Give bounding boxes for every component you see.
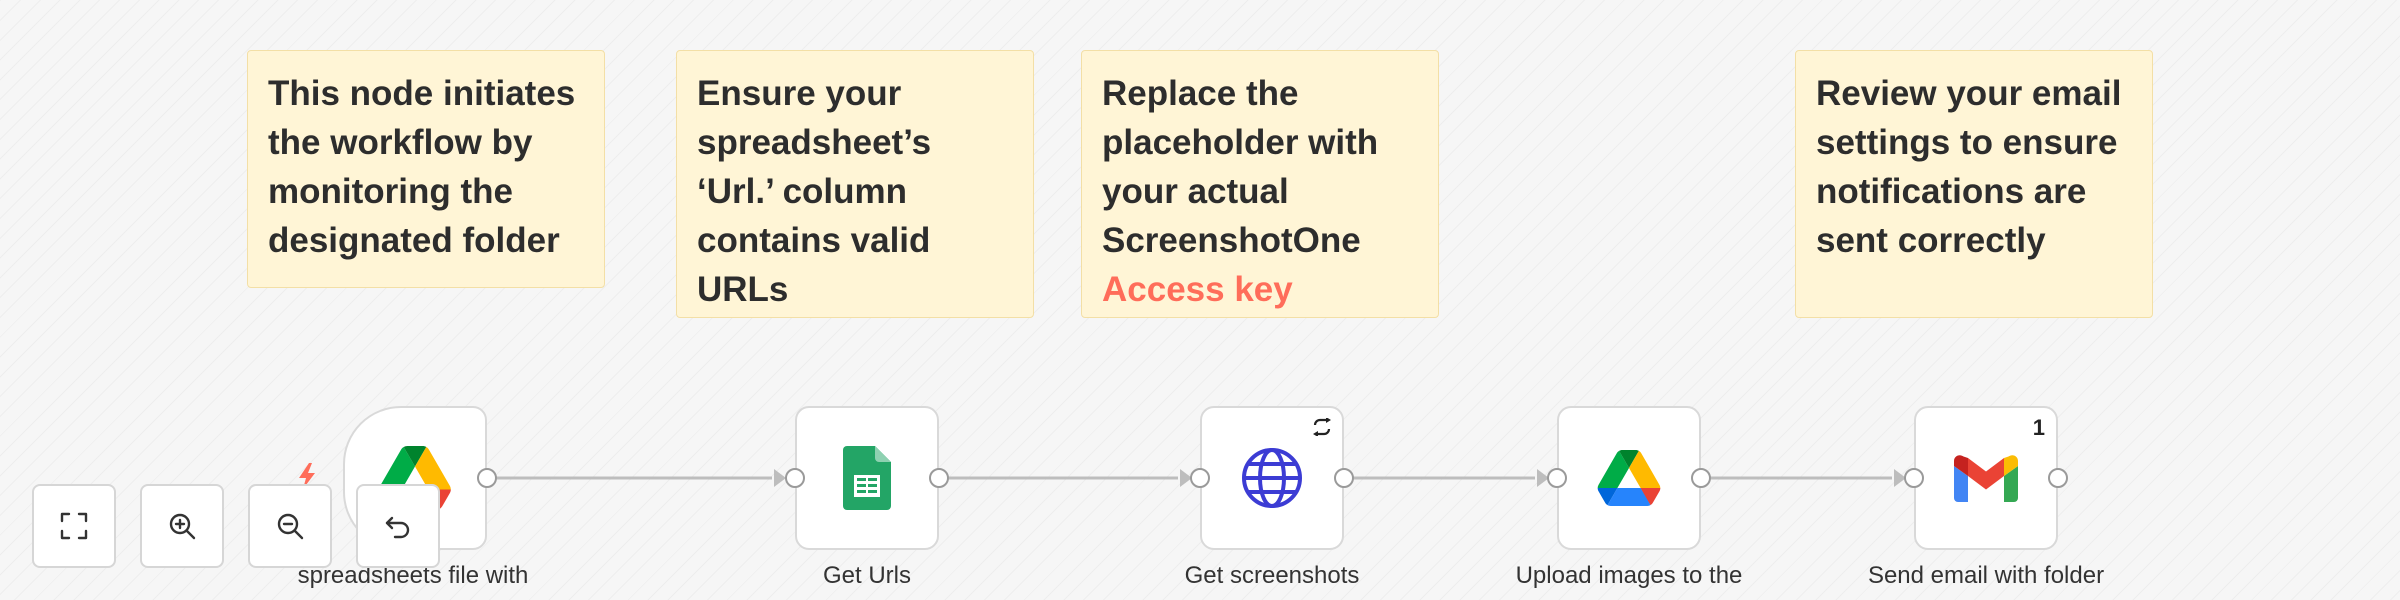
node-send-email[interactable]: 1 bbox=[1904, 406, 2068, 550]
globe-icon bbox=[1242, 448, 1302, 508]
zoom-in-button[interactable] bbox=[140, 484, 224, 568]
node-upload-images[interactable] bbox=[1547, 406, 1711, 550]
node-label: Get screenshots bbox=[1184, 562, 1360, 589]
connection-2[interactable] bbox=[947, 469, 1192, 487]
output-handle[interactable] bbox=[477, 468, 497, 488]
fullscreen-icon bbox=[60, 512, 88, 540]
input-handle[interactable] bbox=[785, 468, 805, 488]
zoom-out-icon bbox=[277, 513, 304, 540]
zoom-out-button[interactable] bbox=[248, 484, 332, 568]
gmail-icon bbox=[1954, 455, 2018, 502]
fit-view-button[interactable] bbox=[32, 484, 116, 568]
input-handle[interactable] bbox=[1190, 468, 1210, 488]
connection-4[interactable] bbox=[1710, 469, 1906, 487]
node-label: Send email with folder bbox=[1867, 562, 2105, 589]
execution-count-badge: 1 bbox=[2032, 415, 2045, 440]
output-handle[interactable] bbox=[929, 468, 949, 488]
zoom-in-icon bbox=[169, 513, 196, 540]
input-handle[interactable] bbox=[1904, 468, 1924, 488]
google-sheets-icon bbox=[843, 446, 891, 510]
loop-icon bbox=[1313, 418, 1331, 436]
node-get-urls[interactable] bbox=[785, 406, 949, 550]
node-get-screenshots[interactable] bbox=[1190, 406, 1354, 550]
output-handle[interactable] bbox=[1691, 468, 1711, 488]
output-handle[interactable] bbox=[1334, 468, 1354, 488]
input-handle[interactable] bbox=[1547, 468, 1567, 488]
connection-3[interactable] bbox=[1352, 469, 1549, 487]
node-label: Upload images to the bbox=[1515, 562, 1743, 589]
undo-icon bbox=[385, 516, 410, 539]
output-handle[interactable] bbox=[2048, 468, 2068, 488]
node-label: Get Urls bbox=[822, 562, 911, 589]
connection-1[interactable] bbox=[495, 469, 786, 487]
google-drive-icon bbox=[1597, 450, 1661, 506]
reset-zoom-button[interactable] bbox=[356, 484, 440, 568]
